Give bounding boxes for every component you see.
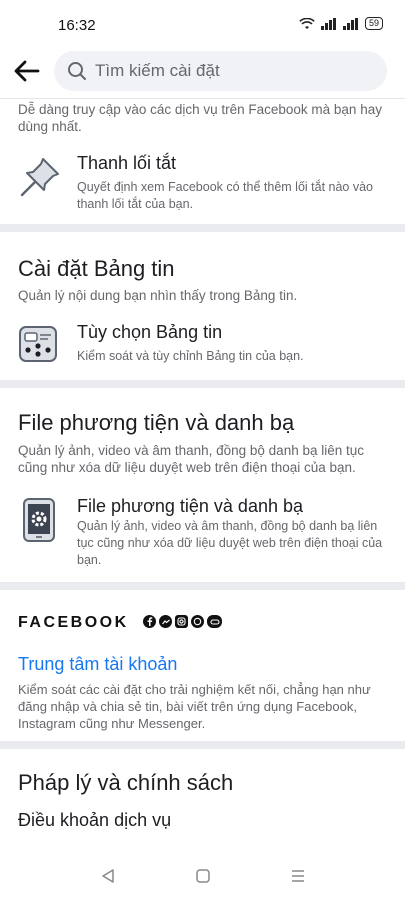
nav-home-icon[interactable] — [195, 868, 211, 884]
section-divider — [0, 224, 405, 232]
section-divider — [0, 582, 405, 590]
header: Tìm kiếm cài đặt — [0, 48, 405, 94]
feed-preferences-title: Tùy chọn Bảng tin — [77, 322, 223, 342]
accounts-center-desc: Kiểm soát các cài đặt cho trải nghiệm kế… — [18, 682, 371, 731]
search-placeholder: Tìm kiếm cài đặt — [95, 61, 220, 80]
system-nav-bar — [0, 852, 405, 900]
pin-icon — [18, 155, 62, 204]
battery-icon: 59 — [364, 17, 383, 30]
nav-recents-icon[interactable] — [290, 868, 306, 884]
feed-preferences-desc: Kiểm soát và tùy chỉnh Bảng tin của bạn. — [77, 349, 304, 363]
oculus-icon — [207, 615, 222, 628]
wifi-icon — [299, 17, 315, 29]
search-icon — [67, 61, 87, 81]
section-divider — [0, 741, 405, 749]
nav-back-icon[interactable] — [100, 868, 116, 884]
search-input[interactable]: Tìm kiếm cài đặt — [54, 51, 387, 91]
facebook-icon — [143, 615, 156, 628]
facebook-wordmark: FACEBOOK — [18, 614, 129, 631]
whatsapp-icon — [191, 615, 204, 628]
shortcuts-intro: Dễ dàng truy cập vào các dịch vụ trên Fa… — [18, 102, 382, 134]
media-contacts-title: File phương tiện và danh bạ — [77, 496, 304, 516]
accounts-center-link[interactable]: Trung tâm tài khoản — [18, 654, 177, 675]
signal-icon-2 — [342, 17, 358, 30]
feed-section-title: Cài đặt Bảng tin — [18, 256, 175, 281]
phone-settings-icon — [22, 497, 56, 548]
terms-of-service-link[interactable]: Điều khoản dịch vụ — [18, 810, 171, 831]
media-contacts-desc: Quản lý ảnh, video và âm thanh, đồng bộ … — [77, 519, 383, 567]
legal-section-title: Pháp lý và chính sách — [18, 770, 234, 795]
section-divider — [0, 380, 405, 388]
shortcut-bar-desc: Quyết định xem Facebook có thể thêm lối … — [77, 180, 374, 211]
signal-icon — [320, 17, 336, 30]
header-divider — [0, 98, 405, 99]
media-section-title: File phương tiện và danh bạ — [18, 410, 295, 435]
messenger-icon — [159, 615, 172, 628]
feed-preferences-icon — [18, 324, 58, 369]
shortcut-bar-title: Thanh lối tắt — [77, 153, 177, 173]
back-button[interactable] — [12, 57, 42, 85]
feed-section-desc: Quản lý nội dung bạn nhìn thấy trong Bản… — [18, 288, 298, 303]
status-icons: 59 — [299, 17, 383, 30]
status-time: 16:32 — [58, 17, 96, 34]
arrow-left-icon — [14, 60, 40, 82]
instagram-icon — [175, 615, 188, 628]
status-bar: 16:32 59 — [0, 0, 405, 44]
brand-icons — [143, 615, 222, 628]
media-section-desc: Quản lý ảnh, video và âm thanh, đồng bộ … — [18, 443, 364, 475]
